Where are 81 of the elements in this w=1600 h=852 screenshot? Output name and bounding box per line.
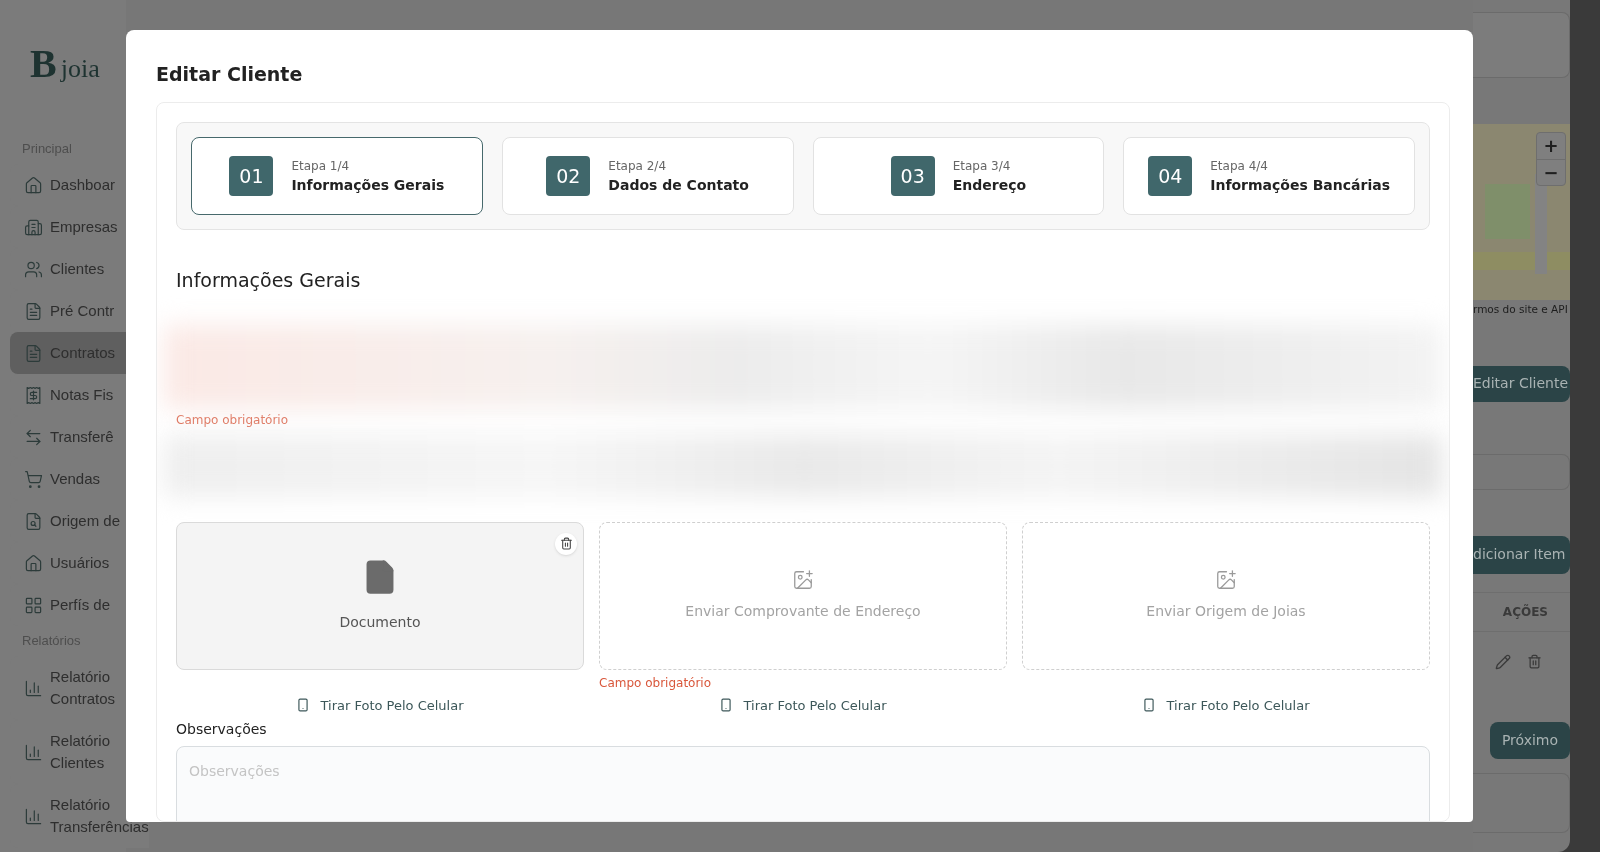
take-photo-link[interactable]: Tirar Foto Pelo Celular [719,695,887,715]
delete-icon [559,537,573,550]
edit-icon[interactable] [1495,653,1511,670]
zoom-out-button[interactable]: − [1537,159,1565,185]
menu-label: Relatório [50,731,111,751]
phone-icon [296,698,311,713]
field-label: Observações [176,720,268,739]
step-title: Informações Gerais [291,175,445,195]
menu-icon [24,595,43,615]
upload-dropzone[interactable]: Enviar Comprovante de Endereço [599,521,1007,670]
step-number: 03 [890,156,935,196]
upload-label: Enviar Comprovante de Endereço [685,602,921,621]
step-label: Etapa 1/4 [291,157,351,175]
menu-icon [24,427,43,447]
next-button[interactable]: Próximo [1490,721,1570,759]
menu-icon [24,511,43,531]
menu-label: Clientes [50,753,106,773]
take-photo-link[interactable]: Tirar Foto Pelo Celular [296,695,464,715]
menu-icon [24,259,43,279]
step-label: Etapa 2/4 [608,157,668,175]
step-title: Informações Bancárias [1210,175,1390,195]
section-title: Informações Gerais [176,268,362,293]
menu-icon [24,553,43,573]
phone-icon [719,698,734,713]
error-message: Campo obrigatório [176,411,290,429]
menu-label: Clientes [50,259,105,279]
menu-icon [24,742,43,762]
menu-label: Vendas [50,469,101,489]
take-photo-link[interactable]: Tirar Foto Pelo Celular [1142,695,1310,715]
upload-dropzone[interactable]: Enviar Origem de Joias [1022,521,1430,670]
step-tab[interactable]: 03 Etapa 3/4 Endereço [812,137,1105,215]
step-label: Etapa 4/4 [1210,157,1269,175]
upload-card[interactable]: Documento [176,521,584,670]
error-message: Campo obrigatório [599,674,712,692]
menu-label: Contratos [50,689,116,709]
step-tab[interactable]: 01 Etapa 1/4 Informações Gerais [191,137,483,215]
step-number: 01 [229,156,274,196]
text-field[interactable] [1473,12,1570,78]
menu-label: Transferências [50,817,149,837]
menu-label: Origem de [50,511,121,531]
step-label: Etapa 3/4 [952,157,1012,175]
step-tab[interactable]: 04 Etapa 4/4 Informações Bancárias [1123,137,1415,215]
step-number: 04 [1148,156,1193,196]
menu-label: Transferê [50,427,114,447]
upload-label: Documento [339,613,421,632]
menu-label: Relatório [50,667,112,687]
menu-label: Usuários [50,553,110,573]
step-title: Endereço [952,175,1027,195]
menu-label: Relatório [50,795,112,815]
menu-icon [24,217,43,237]
add-item-button[interactable]: dicionar Item [1473,535,1570,574]
menu-label: Perfís de [50,595,111,615]
step-title: Dados de Contato [608,175,749,195]
menu-icon [24,301,43,321]
notes-field[interactable]: Observações [176,746,1430,821]
menu-icon [24,678,43,698]
upload-label: Enviar Origem de Joias [1146,602,1306,621]
logo-text: joia [60,56,100,84]
menu-icon [24,469,43,489]
image-upload-icon [792,569,814,591]
delete-button[interactable] [555,532,577,555]
menu-label: Pré Contr [50,301,115,321]
logo-mark: B [30,44,57,84]
menu-label: Notas Fis [50,385,114,405]
zoom-in-button[interactable]: + [1537,133,1565,159]
menu-icon [24,385,43,405]
column-header: AÇÕES [1502,603,1548,621]
image-upload-icon [1215,569,1237,591]
menu-icon [24,175,43,195]
step-number: 02 [546,156,591,196]
text-field[interactable] [1473,772,1570,833]
edit-client-button[interactable]: Editar Cliente [1473,365,1570,402]
text-field[interactable] [1473,453,1570,490]
step-tab[interactable]: 02 Etapa 2/4 Dados de Contato [501,137,794,215]
menu-icon [24,806,43,826]
delete-icon[interactable] [1527,654,1542,670]
phone-icon [1142,698,1157,713]
menu-icon [24,343,43,363]
modal-title: Editar Cliente [156,61,304,87]
menu-label: Empresas [50,217,118,237]
menu-label: Dashboar [50,175,116,195]
